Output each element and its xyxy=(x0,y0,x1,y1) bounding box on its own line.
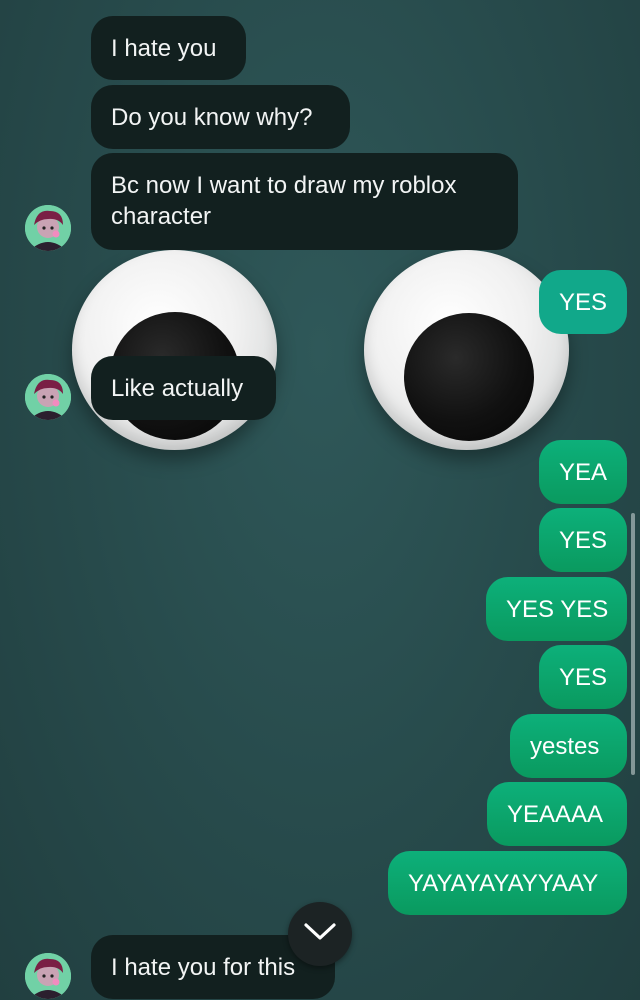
chevron-down-icon xyxy=(303,922,337,947)
message-bubble-outgoing[interactable]: YES xyxy=(539,270,627,334)
googly-eye-right xyxy=(364,250,569,450)
message-bubble-outgoing[interactable]: YEAAAA xyxy=(487,782,627,846)
message-text: YES xyxy=(559,527,608,554)
message-text: YAYAYAYAYYAAY xyxy=(408,870,599,897)
message-text: YES YES xyxy=(506,596,609,623)
message-bubble-outgoing[interactable]: YES xyxy=(539,508,627,572)
message-bubble-outgoing[interactable]: yestes xyxy=(510,714,627,778)
message-text: YES xyxy=(559,664,608,691)
chat-wallpaper xyxy=(0,0,640,1000)
message-bubble-outgoing[interactable]: YAYAYAYAYYAAY xyxy=(388,851,627,915)
message-bubble-incoming[interactable]: I hate you xyxy=(91,16,246,80)
user-avatar-icon[interactable] xyxy=(25,205,71,251)
message-text: YEAAAA xyxy=(507,801,604,828)
user-avatar-icon[interactable] xyxy=(25,953,71,999)
message-bubble-outgoing[interactable]: YES xyxy=(539,645,627,709)
message-bubble-incoming[interactable]: Do you know why? xyxy=(91,85,350,149)
scrollbar[interactable] xyxy=(631,513,635,775)
message-text: Like actually xyxy=(111,375,244,402)
googly-eye-pupil xyxy=(404,313,534,441)
user-avatar-icon[interactable] xyxy=(25,374,71,420)
message-text: I hate you for this xyxy=(111,954,296,981)
message-text: Do you know why? xyxy=(111,104,313,131)
message-bubble-incoming[interactable]: Bc now I want to draw my roblox characte… xyxy=(91,153,518,250)
message-text: YEA xyxy=(559,459,608,486)
message-bubble-outgoing[interactable]: YES YES xyxy=(486,577,627,641)
message-text: YES xyxy=(559,289,608,316)
message-bubble-outgoing[interactable]: YEA xyxy=(539,440,627,504)
googly-eye-left xyxy=(72,250,277,450)
message-text: yestes xyxy=(530,733,600,760)
scroll-to-bottom-button[interactable] xyxy=(288,902,352,966)
message-text: Bc now I want to draw my roblox characte… xyxy=(111,172,457,230)
message-text: I hate you xyxy=(111,35,217,62)
message-bubble-incoming[interactable]: Like actually xyxy=(91,356,276,420)
